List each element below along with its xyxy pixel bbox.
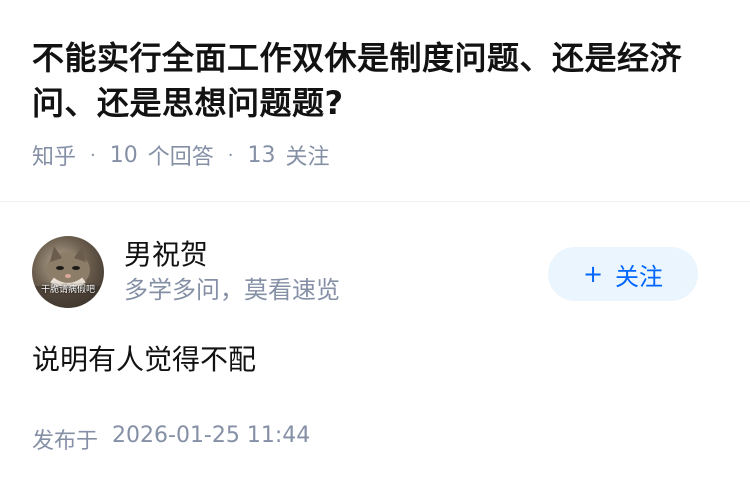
publish-time: 2026-01-25 11:44 [112,423,311,448]
cat-avatar-image [32,246,104,308]
plus-icon: + [582,260,604,288]
follower-count: 13 [247,142,276,168]
publish-label: 发布于 [32,429,99,454]
follow-button[interactable]: + 关注 [548,247,698,301]
answer-page: 不能实行全面工作双休是制度问题、还是经济问、还是思想问题题? 知乎 · 10 个… [0,0,750,490]
follow-button-label: 关注 [615,262,664,291]
divider [0,201,750,202]
avatar-caption: 干脆请病假吧 [40,285,95,295]
avatar[interactable]: 干脆请病假吧 [32,236,104,308]
answer-content: 说明有人觉得不配 [32,343,257,376]
meta-separator: · [90,144,96,166]
question-header: 不能实行全面工作双休是制度问题、还是经济问、还是思想问题题? 知乎 · 10 个… [0,0,750,170]
publish-info: 发布于 2026-01-25 11:44 [32,423,310,455]
source-label[interactable]: 知乎 [32,139,76,171]
author-name[interactable]: 男祝贺 [124,237,340,273]
question-meta: 知乎 · 10 个回答 · 13 关注 [32,139,718,171]
author-info: 男祝贺 多学多问，莫看速览 [124,237,340,307]
answer-count-label: 个回答 [147,145,214,170]
author-headline: 多学多问，莫看速览 [124,276,340,304]
question-title[interactable]: 不能实行全面工作双休是制度问题、还是经济问、还是思想问题题? [32,36,718,126]
follower-count-label: 关注 [285,145,330,170]
answer-count: 10 [109,142,138,168]
meta-separator: · [227,144,234,166]
